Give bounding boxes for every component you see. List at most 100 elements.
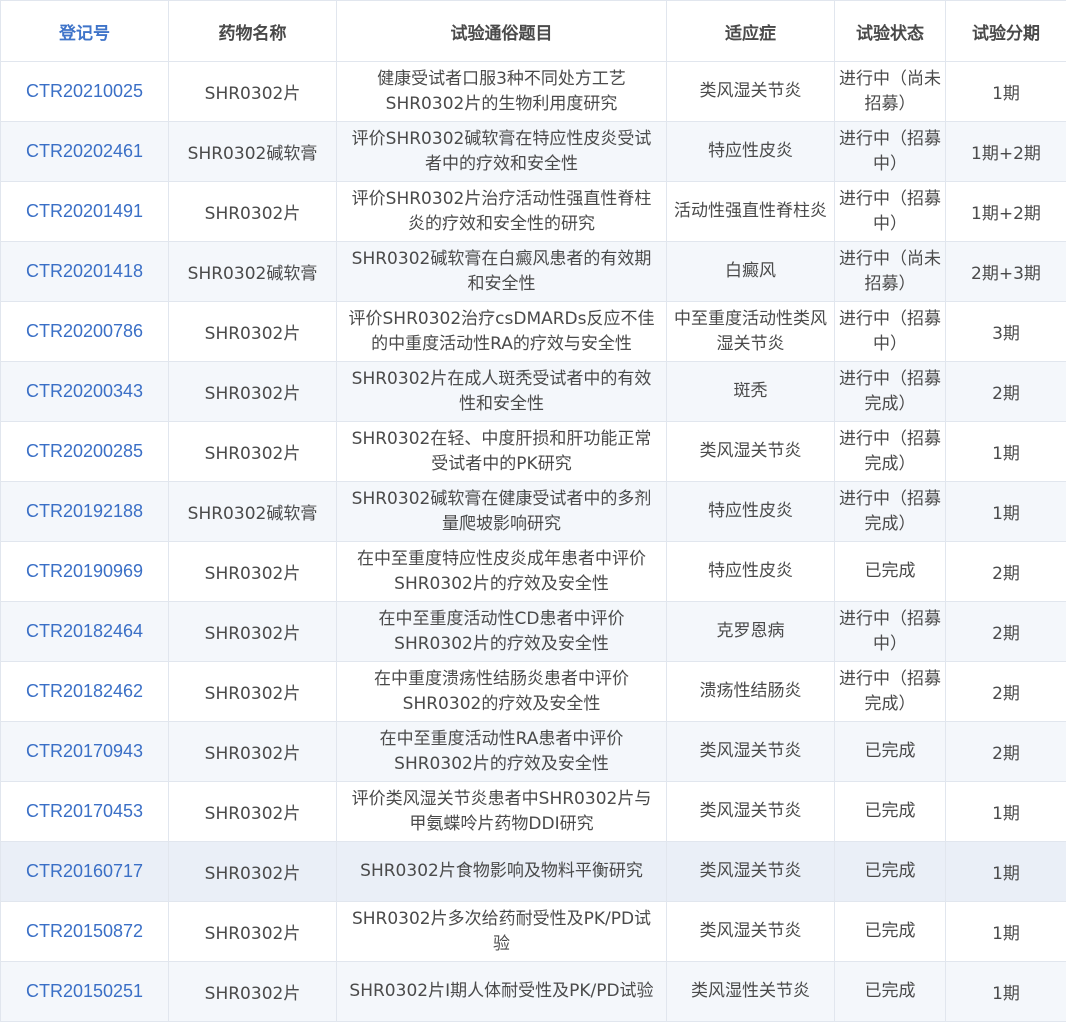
drug-name-cell: SHR0302片 (169, 422, 337, 482)
indication-cell: 特应性皮炎 (667, 542, 835, 602)
status-text: 已完成 (839, 919, 941, 944)
trial-title-cell: SHR0302碱软膏在白癜风患者的有效期和安全性 (337, 242, 667, 302)
table-row: CTR20210025 SHR0302片 健康受试者口服3种不同处方工艺SHR0… (1, 62, 1066, 122)
registration-number-link[interactable]: CTR20182464 (1, 602, 169, 662)
table-header-row: 登记号 药物名称 试验通俗题目 适应症 试验状态 试验分期 (1, 1, 1066, 62)
indication-cell: 类风湿关节炎 (667, 902, 835, 962)
table-row: CTR20170943 SHR0302片 在中至重度活动性RA患者中评价SHR0… (1, 722, 1066, 782)
status-cell: 进行中（招募完成） (835, 482, 946, 542)
column-header-indication: 适应症 (667, 1, 835, 62)
drug-name-cell: SHR0302片 (169, 782, 337, 842)
status-cell: 已完成 (835, 542, 946, 602)
registration-number-link[interactable]: CTR20200285 (1, 422, 169, 482)
table-row: CTR20150872 SHR0302片 SHR0302片多次给药耐受性及PK/… (1, 902, 1066, 962)
indication-cell: 类风湿关节炎 (667, 62, 835, 122)
indication-cell: 类风湿关节炎 (667, 842, 835, 902)
status-text: 进行中（招募完成） (839, 487, 941, 537)
status-text: 进行中（尚未招募） (839, 67, 941, 117)
status-text: 已完成 (839, 799, 941, 824)
registration-number-link[interactable]: CTR20150251 (1, 962, 169, 1022)
phase-cell: 2期 (946, 722, 1066, 782)
phase-cell: 2期 (946, 602, 1066, 662)
indication-cell: 特应性皮炎 (667, 482, 835, 542)
indication-text: 类风湿关节炎 (671, 439, 830, 464)
trial-title-text: 评价SHR0302碱软膏在特应性皮炎受试者中的疗效和安全性 (341, 127, 662, 177)
registration-number-link[interactable]: CTR20201491 (1, 182, 169, 242)
trial-title-cell: 评价类风湿关节炎患者中SHR0302片与甲氨蝶呤片药物DDI研究 (337, 782, 667, 842)
indication-cell: 类风湿关节炎 (667, 422, 835, 482)
table-row: CTR20200786 SHR0302片 评价SHR0302治疗csDMARDs… (1, 302, 1066, 362)
table-row: CTR20202461 SHR0302碱软膏 评价SHR0302碱软膏在特应性皮… (1, 122, 1066, 182)
table-row: CTR20150251 SHR0302片 SHR0302片I期人体耐受性及PK/… (1, 962, 1066, 1022)
indication-text: 克罗恩病 (671, 619, 830, 644)
phase-cell: 2期 (946, 662, 1066, 722)
drug-name-cell: SHR0302碱软膏 (169, 122, 337, 182)
table-row: CTR20192188 SHR0302碱软膏 SHR0302碱软膏在健康受试者中… (1, 482, 1066, 542)
trial-title-cell: 在中至重度活动性CD患者中评价SHR0302片的疗效及安全性 (337, 602, 667, 662)
phase-cell: 3期 (946, 302, 1066, 362)
table-row: CTR20201491 SHR0302片 评价SHR0302片治疗活动性强直性脊… (1, 182, 1066, 242)
trial-title-text: 在中至重度活动性RA患者中评价SHR0302片的疗效及安全性 (341, 727, 662, 777)
trial-title-cell: SHR0302片I期人体耐受性及PK/PD试验 (337, 962, 667, 1022)
trial-title-cell: 健康受试者口服3种不同处方工艺SHR0302片的生物利用度研究 (337, 62, 667, 122)
indication-cell: 特应性皮炎 (667, 122, 835, 182)
trial-title-cell: SHR0302片食物影响及物料平衡研究 (337, 842, 667, 902)
drug-name-cell: SHR0302片 (169, 542, 337, 602)
status-text: 进行中（招募完成） (839, 367, 941, 417)
phase-cell: 2期 (946, 542, 1066, 602)
status-cell: 进行中（尚未招募） (835, 62, 946, 122)
phase-cell: 1期 (946, 842, 1066, 902)
indication-text: 类风湿关节炎 (671, 799, 830, 824)
status-text: 进行中（尚未招募） (839, 247, 941, 297)
indication-text: 类风湿关节炎 (671, 739, 830, 764)
trial-title-text: 评价SHR0302治疗csDMARDs反应不佳的中重度活动性RA的疗效与安全性 (341, 307, 662, 357)
table-row: CTR20201418 SHR0302碱软膏 SHR0302碱软膏在白癜风患者的… (1, 242, 1066, 302)
registration-number-link[interactable]: CTR20150872 (1, 902, 169, 962)
trial-title-cell: 评价SHR0302片治疗活动性强直性脊柱炎的疗效和安全性的研究 (337, 182, 667, 242)
status-cell: 进行中（招募中） (835, 122, 946, 182)
indication-cell: 类风湿性关节炎 (667, 962, 835, 1022)
registration-number-link[interactable]: CTR20210025 (1, 62, 169, 122)
status-text: 进行中（招募中） (839, 307, 941, 357)
indication-text: 类风湿关节炎 (671, 79, 830, 104)
trial-title-text: SHR0302片多次给药耐受性及PK/PD试验 (341, 907, 662, 957)
phase-cell: 1期 (946, 902, 1066, 962)
indication-cell: 溃疡性结肠炎 (667, 662, 835, 722)
trials-table: 登记号 药物名称 试验通俗题目 适应症 试验状态 试验分期 CTR2021002… (0, 0, 1066, 1022)
registration-number-link[interactable]: CTR20202461 (1, 122, 169, 182)
drug-name-cell: SHR0302片 (169, 602, 337, 662)
trial-title-text: SHR0302片在成人斑秃受试者中的有效性和安全性 (341, 367, 662, 417)
registration-number-link[interactable]: CTR20190969 (1, 542, 169, 602)
phase-cell: 1期 (946, 962, 1066, 1022)
trial-title-text: 评价SHR0302片治疗活动性强直性脊柱炎的疗效和安全性的研究 (341, 187, 662, 237)
registration-number-link[interactable]: CTR20200343 (1, 362, 169, 422)
drug-name-cell: SHR0302片 (169, 362, 337, 422)
phase-cell: 2期+3期 (946, 242, 1066, 302)
registration-number-link[interactable]: CTR20182462 (1, 662, 169, 722)
indication-text: 特应性皮炎 (671, 139, 830, 164)
drug-name-cell: SHR0302碱软膏 (169, 482, 337, 542)
trial-title-cell: 在中至重度特应性皮炎成年患者中评价SHR0302片的疗效及安全性 (337, 542, 667, 602)
drug-name-cell: SHR0302片 (169, 182, 337, 242)
registration-number-link[interactable]: CTR20170453 (1, 782, 169, 842)
trial-title-cell: 在中重度溃疡性结肠炎患者中评价SHR0302的疗效及安全性 (337, 662, 667, 722)
table-row: CTR20200343 SHR0302片 SHR0302片在成人斑秃受试者中的有… (1, 362, 1066, 422)
trial-title-text: SHR0302在轻、中度肝损和肝功能正常受试者中的PK研究 (341, 427, 662, 477)
status-text: 进行中（招募完成） (839, 667, 941, 717)
registration-number-link[interactable]: CTR20160717 (1, 842, 169, 902)
table-row: CTR20160717 SHR0302片 SHR0302片食物影响及物料平衡研究… (1, 842, 1066, 902)
indication-cell: 克罗恩病 (667, 602, 835, 662)
registration-number-link[interactable]: CTR20200786 (1, 302, 169, 362)
registration-number-link[interactable]: CTR20192188 (1, 482, 169, 542)
status-cell: 进行中（招募中） (835, 182, 946, 242)
trial-title-text: SHR0302碱软膏在白癜风患者的有效期和安全性 (341, 247, 662, 297)
status-cell: 进行中（尚未招募） (835, 242, 946, 302)
registration-number-link[interactable]: CTR20170943 (1, 722, 169, 782)
registration-number-link[interactable]: CTR20201418 (1, 242, 169, 302)
trial-title-cell: 在中至重度活动性RA患者中评价SHR0302片的疗效及安全性 (337, 722, 667, 782)
indication-text: 类风湿关节炎 (671, 859, 830, 884)
status-text: 进行中（招募完成） (839, 427, 941, 477)
indication-cell: 类风湿关节炎 (667, 722, 835, 782)
indication-text: 类风湿性关节炎 (671, 979, 830, 1004)
drug-name-cell: SHR0302片 (169, 842, 337, 902)
